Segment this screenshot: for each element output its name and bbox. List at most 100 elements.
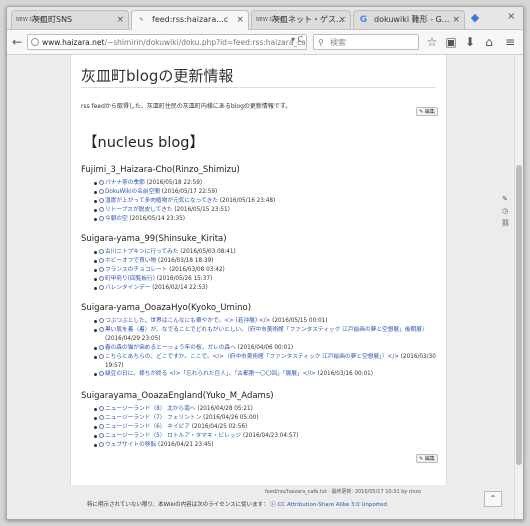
globe-icon [31,38,39,46]
entry-date: (2016/04/25 02:56) [189,423,248,430]
close-icon[interactable]: × [116,11,124,29]
entry-link[interactable]: リトープスが脱皮してきた [105,207,173,213]
backlinks-tool-icon[interactable]: ⛓ [501,219,510,229]
entry-link[interactable]: ニュージーランド（6） ネイピア [105,424,190,430]
new-tab-icon[interactable]: ◆ [468,10,482,26]
entry-date: (2016/05/26 15:37) [154,275,213,282]
rss-link-icon [99,180,104,185]
list-item: バレンタインデー (2016/02/14 22:53) [81,284,441,293]
entry-link[interactable]: つぶつぶとした、世界はこんなにも華やかで。<> (若沖展) </> [105,318,270,324]
menu-icon[interactable]: ≡ [502,34,518,50]
browser-window: NEW GAME 灰皿町SNS × ✎ feed:rss:haizara...c… [6,6,524,520]
rss-link-icon [99,257,104,263]
reload-icon[interactable]: ▾ C [291,35,303,44]
tab-bar: NEW GAME 灰皿町SNS × ✎ feed:rss:haizara...c… [7,7,523,30]
entry-date: (2016/05/17 22:59) [159,188,218,195]
entry-date: (2016/04/26 05:00) [201,414,259,421]
clipboard-icon[interactable]: ▣ [443,34,459,50]
entry-link[interactable]: 湿度が上がって多肉植物が元気になってきた [105,198,218,204]
entry-link[interactable]: 町甲府り(回覧板行) [105,276,155,282]
section-heading: Suigara-yama_99(Shinsuke_Kirita) [81,234,227,244]
entry-link[interactable]: パナナ茶の季節 [105,180,145,186]
rss-link-icon [99,432,104,438]
tab-haizara-net[interactable]: NEW GAME 灰皿ネット・ゲス... × [251,10,351,29]
url-bar[interactable]: www.haizara.net/~shimirin/dokuwiki/doku.… [27,34,307,50]
entry-date: (2016/04/29 23:05) [105,335,161,342]
scrollbar-thumb[interactable] [516,165,522,465]
entry-link[interactable]: フランスのチョコレート [105,267,167,273]
feed-section: Suigara-yama_OoazaHyo(Kyoko_Umino) つぶつぶと… [81,301,441,379]
rss-link-icon [99,266,104,272]
tab-feed-rss[interactable]: ✎ feed:rss:haizara...c × [131,10,249,30]
rss-link-icon [99,284,104,290]
history-tool-icon[interactable]: ◷ [501,207,509,217]
license-notice: 特に明示されていない限り、本Wikiの内容は次のライセンスに従います： ⓒ CC… [87,500,387,508]
edit-button[interactable]: ✎ 編集 [416,454,438,463]
search-placeholder: 検索 [330,38,346,47]
page-meta: feed/rss/haizara_cafe.txt · 最終更新: 2016/0… [265,489,422,495]
back-to-top-button[interactable]: ⌃ [484,491,502,507]
title-divider [81,87,436,88]
license-text: 特に明示されていない限り、本Wikiの内容は次のライセンスに従います： [87,502,269,508]
url-host: www.haizara.net [42,38,105,47]
entry-date: (2016/05/15 00:01) [270,318,328,324]
edit-button[interactable]: ✎ 編集 [416,107,438,116]
home-icon[interactable]: ⌂ [481,34,497,50]
entry-date: (2016/03/08 03:42) [167,266,225,273]
section-heading: Suigara-yama_OoazaHyo(Kyoko_Umino) [81,303,252,313]
feed-section: Fujimi_3_Haizara-Cho(Rinzo_Shimizu) パナナ茶… [81,163,441,224]
entry-date: (2016/05/18 22:59) [144,180,203,186]
entry-link[interactable]: 春の森の猫が染めると一っょう年の桜。ガレの森へ [105,345,236,351]
list-item: 湿度が上がって多肉植物が元気になってきた (2016/05/16 23:48) [81,197,441,206]
url-path: /~shimirin/dokuwiki/doku.php?id=feed:rss… [104,38,307,47]
list-item: ニュージーランド（7） フェリントン (2016/04/26 05:00) [81,414,441,423]
download-icon[interactable]: ⬇ [462,34,478,50]
entry-date: (2016/05/14 23:35) [127,215,185,222]
entry-link[interactable]: DokuWikiの名前空間 [105,189,160,195]
rss-link-icon [99,326,104,332]
feed-section: Suigara-yama_99(Shinsuke_Kirita) 古川ニトプキン… [81,232,441,293]
entry-link[interactable]: 黒い股を着（着）が、なでることでどれもがいとしい。（府中市美術館「ファンタスティ… [105,327,428,333]
page-intro: rss feedから取得した、灰皿町住民の灰皿町内様にあるblogの更新情報です… [81,103,292,110]
tab-label: dokuwiki 難形 - G... [374,15,450,24]
list-item: 今朝の空 (2016/05/14 23:35) [81,215,441,224]
edit-tool-icon[interactable]: ✎ [501,195,509,205]
page-tools: ✎ ◷ ⛓ [501,195,511,231]
entry-link[interactable]: ニュージーランド（8） 北から南へ [105,406,196,412]
entry-link[interactable]: ウェブサイトの移転 [105,442,156,448]
star-icon[interactable]: ☆ [424,34,440,50]
window-close-icon[interactable]: × [507,11,515,22]
entry-link[interactable]: 古川ニトプキンに行ってみた [105,249,178,255]
entry-link[interactable]: 今朝の空 [105,216,128,222]
back-arrow-icon[interactable]: ← [9,34,25,50]
list-item: ニュージーランド（5） ロトルア・タマキ・ビレッジ (2016/04/23 04… [81,432,441,441]
license-link[interactable]: CC Attribution-Share Alike 3.0 Unported [278,502,387,508]
list-item: 町甲府り(回覧板行) (2016/05/26 15:37) [81,275,441,284]
entry-link[interactable]: 緑豆の日に、様ちが終る <I>「忘れられた巨人」、「古都第一〇〇回」「展展」</… [105,371,316,377]
entry-link[interactable]: ニュージーランド（7） フェリントン [105,415,201,421]
tab-google-search[interactable]: G dokuwiki 難形 - G... × [353,10,465,29]
rss-link-icon [99,275,104,281]
close-icon[interactable]: × [236,11,244,29]
cc-icon: ⓒ [270,502,276,508]
entry-date: (2016/03/18 18:39) [156,257,214,264]
entry-date: (2016/04/06 00:01) [235,344,294,351]
rss-link-icon [99,318,104,323]
list-item: DokuWikiの名前空間 (2016/05/17 22:59) [81,188,441,197]
search-input[interactable]: ⚲ 検索 [313,34,419,50]
close-icon[interactable]: × [338,11,346,29]
entry-link[interactable]: ホビーオフで買い物 [105,258,156,264]
rss-link-icon [99,406,104,411]
rss-link-icon [99,197,104,203]
close-icon[interactable]: × [452,11,460,29]
vertical-scrollbar[interactable] [514,55,523,519]
tab-haizara-sns[interactable]: NEW GAME 灰皿町SNS × [11,10,129,29]
entry-link[interactable]: こちらとあちらの、どこですか。ここで。</>（府中市美術館「ファンタスティック … [105,354,399,360]
list-item: 緑豆の日に、様ちが終る <I>「忘れられた巨人」、「古都第一〇〇回」「展展」</… [81,370,441,379]
rss-link-icon [99,371,104,377]
feed-list: ニュージーランド（8） 北から南へ (2016/04/28 05:21) ニュー… [81,405,441,450]
entry-link[interactable]: ニュージーランド（5） ロトルア・タマキ・ビレッジ [105,433,241,439]
entry-link[interactable]: バレンタインデー [105,285,151,291]
list-item: パナナ茶の季節 (2016/05/18 22:59) [81,179,441,188]
rss-link-icon [99,423,104,429]
